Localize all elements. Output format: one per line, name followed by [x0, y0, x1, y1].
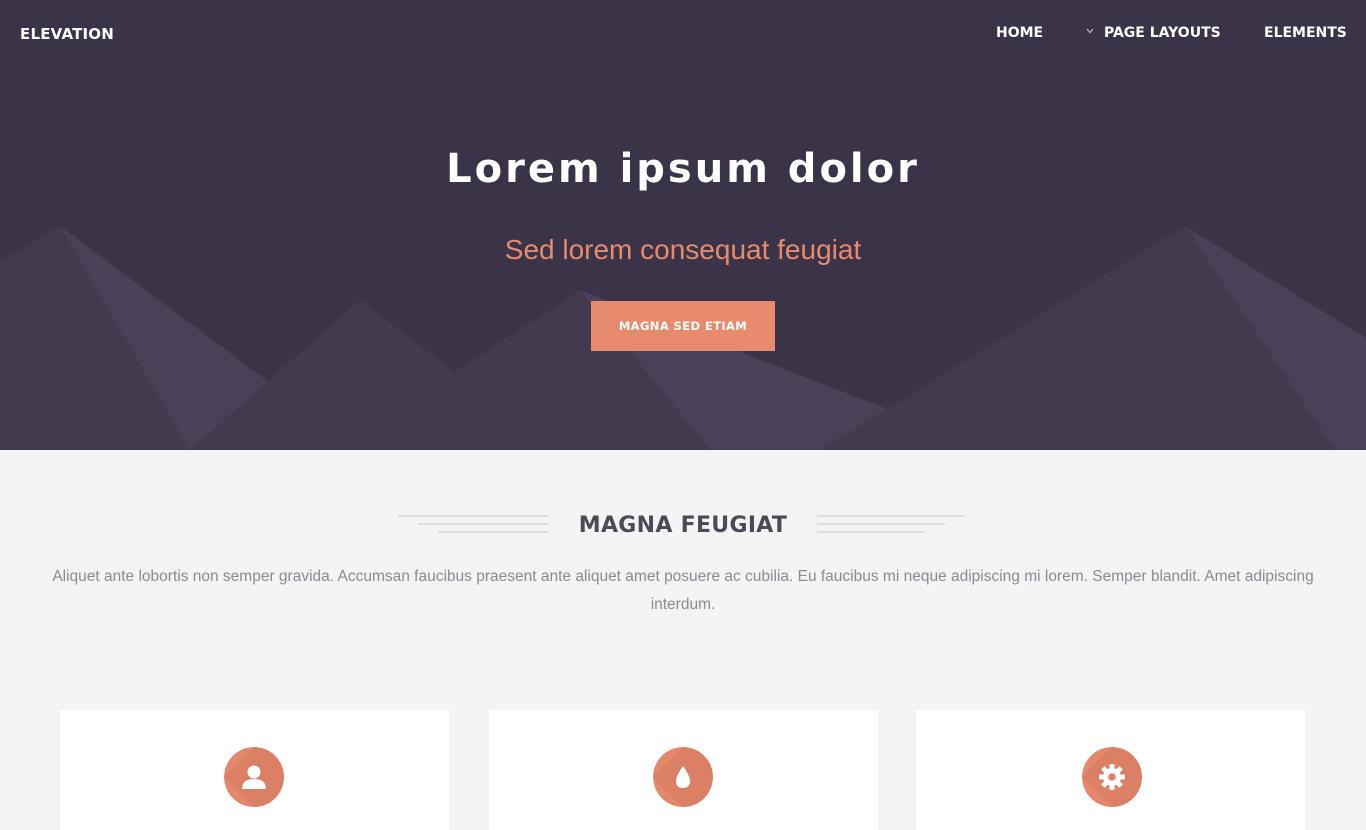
- top-navigation: ELEVATION HOME PAGE LAYOUTS ELEMENTS: [0, 0, 1366, 68]
- section-heading: MAGNA FEUGIAT: [0, 505, 1366, 549]
- feature-card: [916, 710, 1305, 830]
- hero-subtitle: Sed lorem consequat feugiat: [504, 234, 862, 265]
- heading-decoration-right: [817, 515, 965, 533]
- hero-cta-button[interactable]: MAGNA SED ETIAM: [591, 301, 775, 351]
- tint-icon: [653, 747, 713, 807]
- chevron-down-icon: [1086, 28, 1094, 34]
- section-description: Aliquet ante lobortis non semper gravida…: [52, 568, 1314, 613]
- nav-item-home[interactable]: HOME: [996, 25, 1043, 41]
- nav-item-page-layouts-label: PAGE LAYOUTS: [1104, 25, 1221, 41]
- user-icon: [224, 747, 284, 807]
- gear-icon: [1082, 747, 1142, 807]
- hero-title: Lorem ipsum dolor: [446, 146, 920, 192]
- hero-banner: ELEVATION HOME PAGE LAYOUTS ELEMENTS Lor…: [0, 0, 1366, 450]
- site-logo[interactable]: ELEVATION: [20, 25, 114, 43]
- feature-card: [60, 710, 449, 830]
- nav-item-elements[interactable]: ELEMENTS: [1264, 25, 1347, 41]
- section-title: MAGNA FEUGIAT: [578, 513, 788, 538]
- feature-card: [489, 710, 878, 830]
- nav-item-page-layouts[interactable]: PAGE LAYOUTS: [1086, 25, 1221, 41]
